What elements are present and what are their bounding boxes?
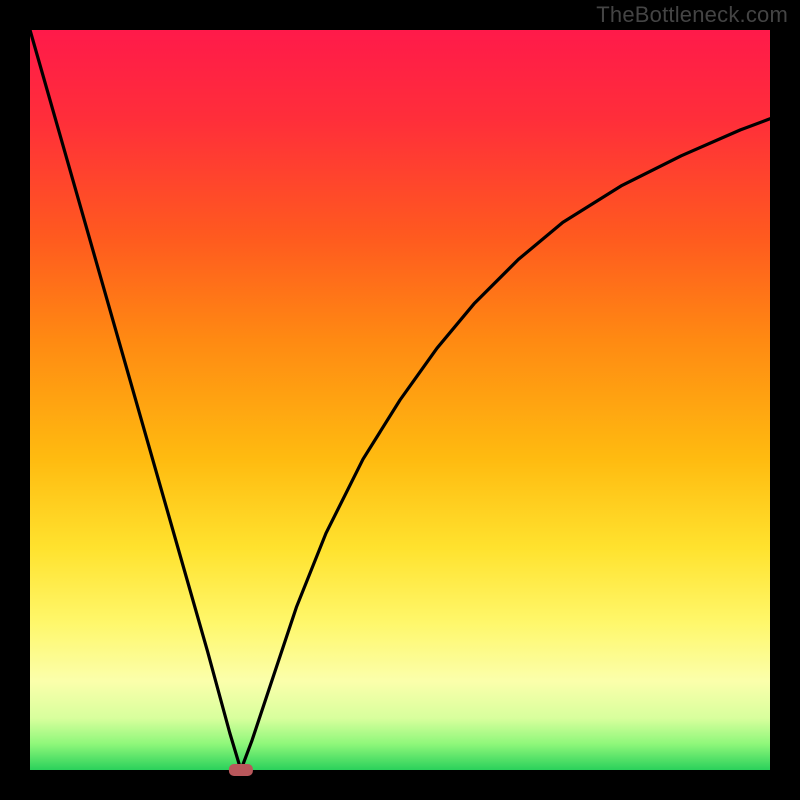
marker-min xyxy=(229,764,253,776)
bottleneck-chart xyxy=(0,0,800,800)
watermark-text: TheBottleneck.com xyxy=(596,2,788,28)
chart-frame: TheBottleneck.com xyxy=(0,0,800,800)
